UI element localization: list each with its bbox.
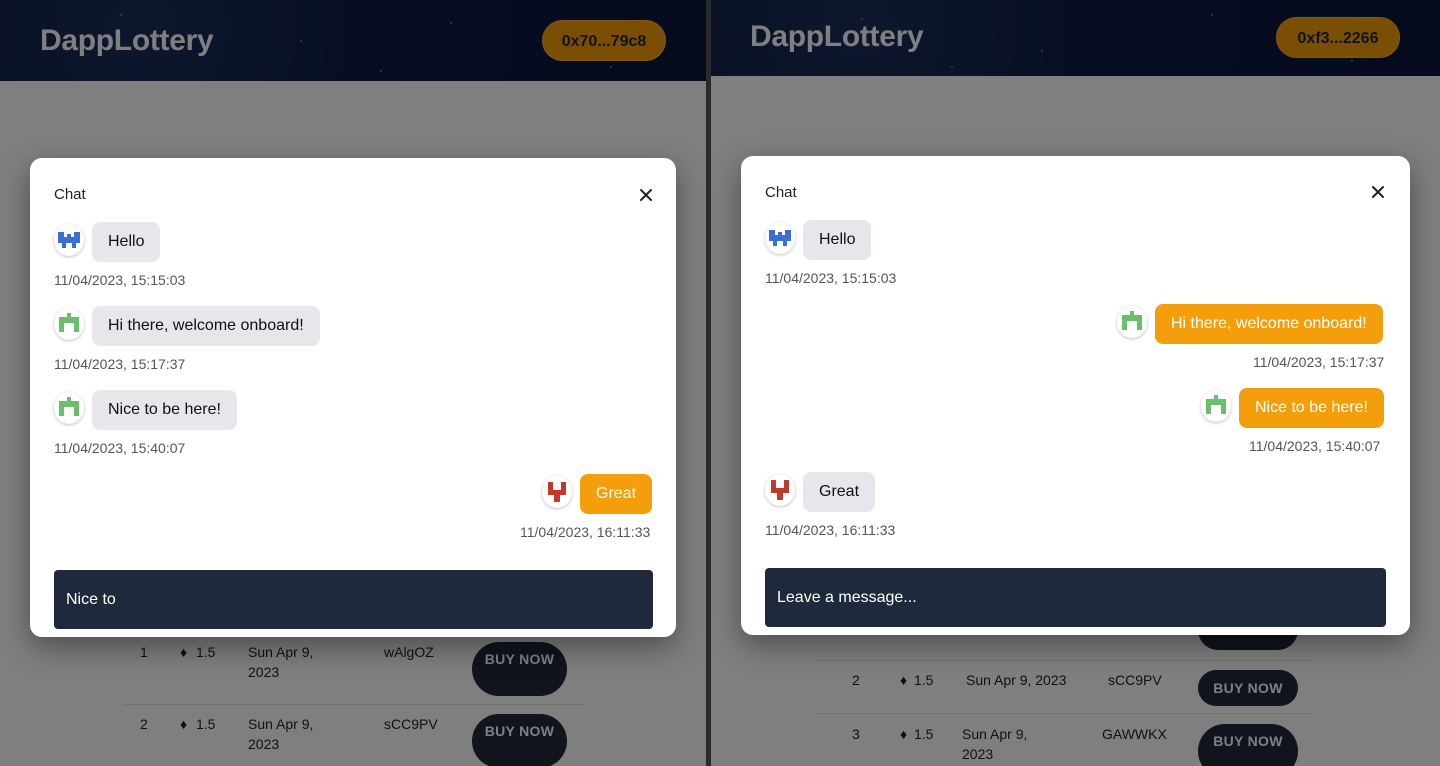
right-browser-pane: DappLottery 0xf3...2266 2 ♦ 1.5 Sun Apr … <box>711 0 1440 766</box>
message-bubble: Nice to be here! <box>1239 388 1384 428</box>
message-input[interactable] <box>54 570 653 629</box>
message-bubble: Hello <box>92 222 161 262</box>
user-avatar <box>54 308 84 340</box>
message-timestamp: 11/04/2023, 15:15:03 <box>54 272 186 288</box>
message-bubble: Hello <box>803 220 872 260</box>
chat-title: Chat <box>54 186 86 203</box>
chat-title: Chat <box>765 184 797 201</box>
user-avatar <box>54 224 84 256</box>
message-bubble: Nice to be here! <box>92 390 237 430</box>
message-timestamp: 11/04/2023, 15:40:07 <box>1249 438 1381 454</box>
message-bubble: Hi there, welcome onboard! <box>92 306 320 346</box>
chat-message: Nice to be here! <box>54 390 654 430</box>
message-timestamp: 11/04/2023, 15:40:07 <box>54 440 186 456</box>
user-avatar <box>1117 306 1147 338</box>
chat-message-own: Nice to be here! <box>1201 388 1386 428</box>
user-avatar <box>765 222 795 254</box>
chat-message: Great <box>765 472 1065 512</box>
user-avatar <box>54 392 84 424</box>
chat-modal: Chat Hello 11/04/2023, 15:15:03 Hi there… <box>741 156 1410 635</box>
message-bubble: Great <box>580 474 653 514</box>
chat-message: Hello <box>765 220 1065 260</box>
chat-message: Hi there, welcome onboard! <box>54 306 654 346</box>
user-avatar <box>542 476 572 508</box>
message-timestamp: 11/04/2023, 16:11:33 <box>520 524 651 540</box>
chat-message: Hello <box>54 222 654 262</box>
left-browser-pane: DappLottery 0x70...79c8 1 ♦ 1.5 Sun Apr … <box>0 0 706 766</box>
close-icon[interactable] <box>1370 184 1386 200</box>
message-timestamp: 11/04/2023, 15:17:37 <box>1253 354 1385 370</box>
chat-modal: Chat Hello 11/04/2023, 15:15:03 Hi there… <box>30 158 676 637</box>
message-timestamp: 11/04/2023, 16:11:33 <box>765 522 896 538</box>
user-avatar <box>1201 390 1231 422</box>
message-bubble: Hi there, welcome onboard! <box>1155 304 1383 344</box>
message-timestamp: 11/04/2023, 15:17:37 <box>54 356 186 372</box>
chat-message-own: Great <box>542 474 654 514</box>
message-timestamp: 11/04/2023, 15:15:03 <box>765 270 897 286</box>
message-bubble: Great <box>803 472 876 512</box>
user-avatar <box>765 474 795 506</box>
chat-message-own: Hi there, welcome onboard! <box>1117 304 1386 344</box>
close-icon[interactable] <box>638 187 654 203</box>
message-input[interactable] <box>765 568 1386 627</box>
